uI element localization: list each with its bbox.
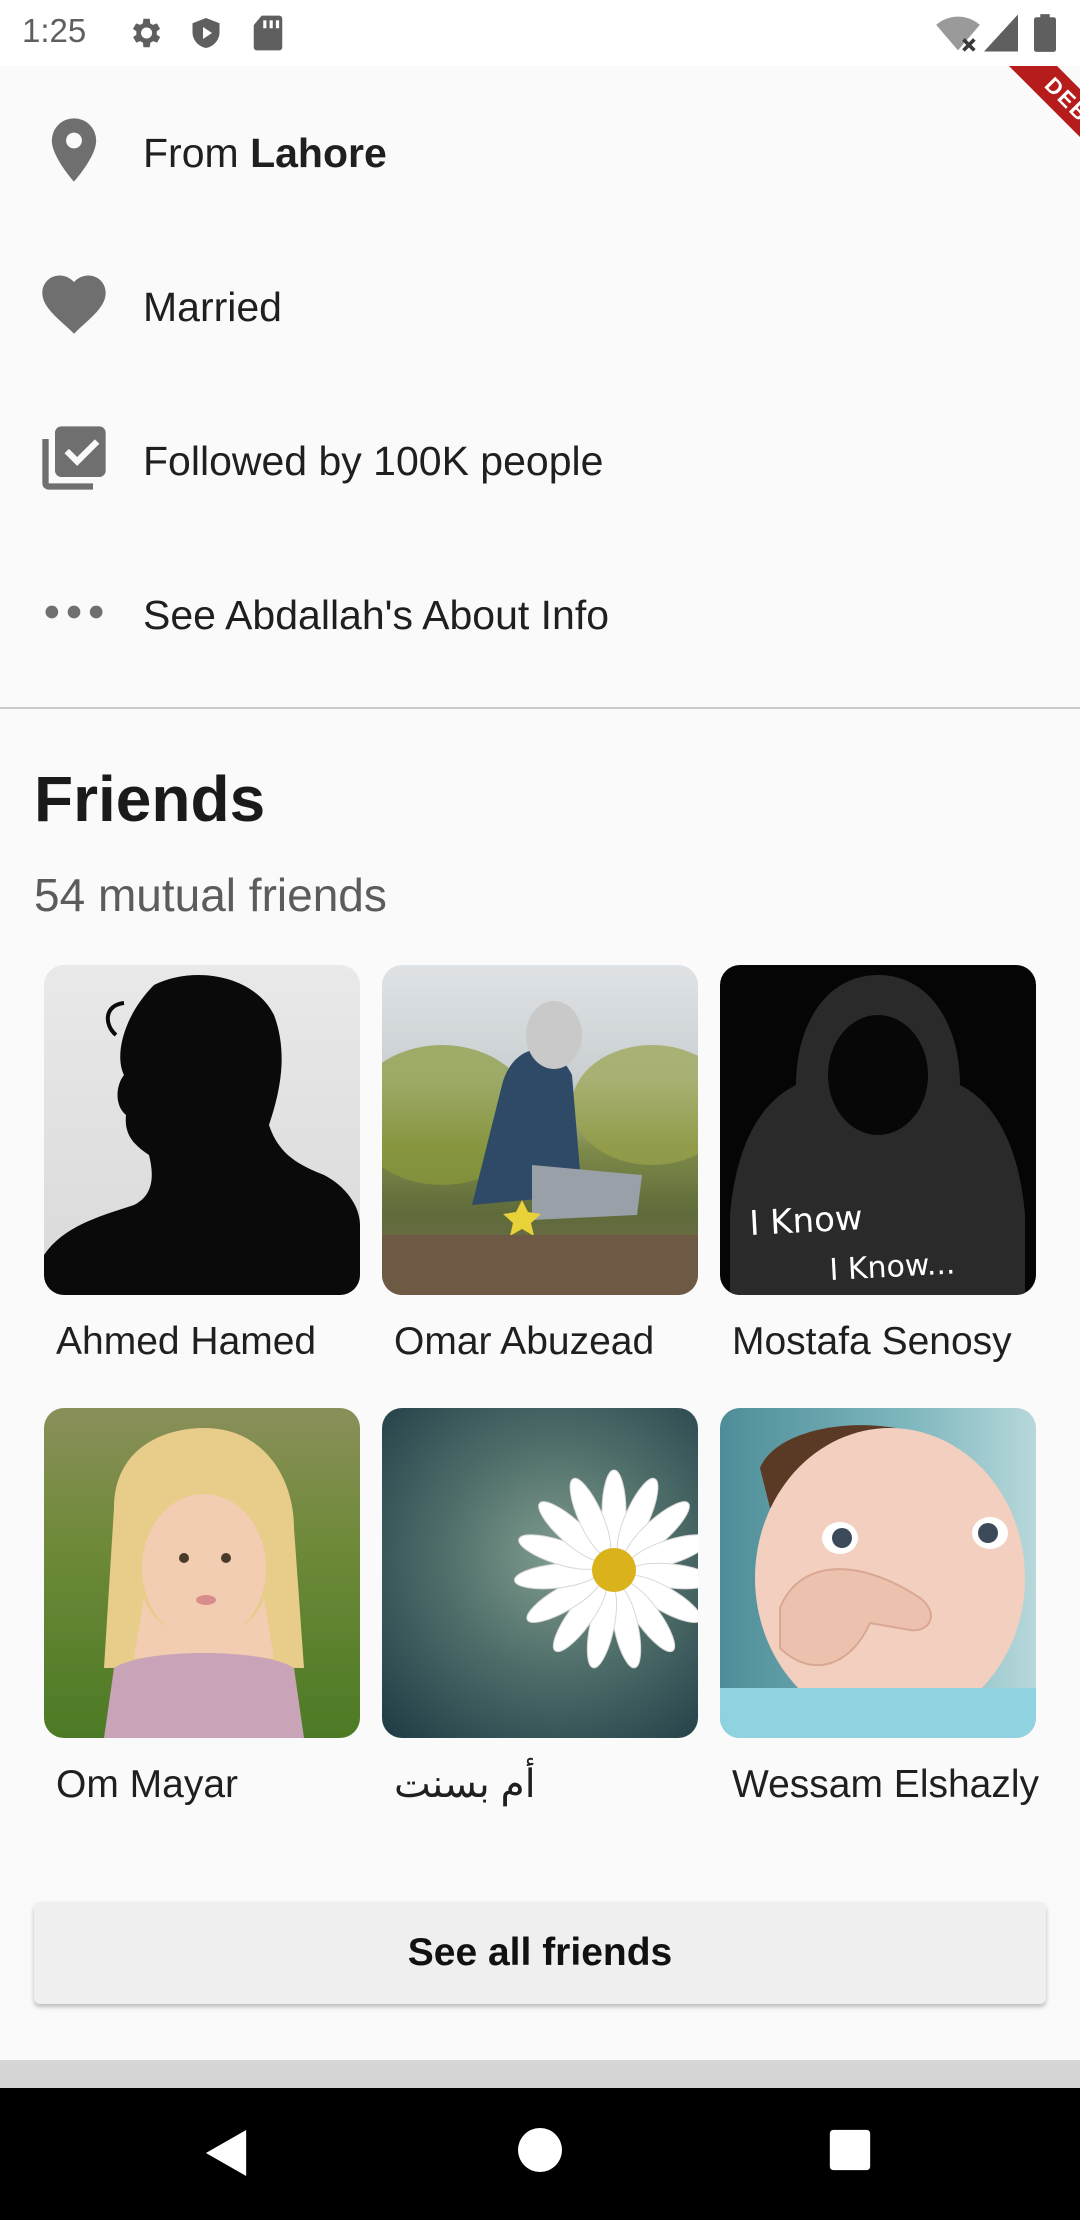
relationship-text: Married <box>143 284 282 330</box>
friend-name[interactable]: Om Mayar <box>56 1760 366 1810</box>
settings-icon <box>132 18 161 48</box>
back-icon[interactable] <box>204 2128 250 2178</box>
mutual-friends-count: 54 mutual friends <box>34 869 387 921</box>
section-separator <box>0 2060 1080 2088</box>
location-prefix: From <box>143 130 239 176</box>
friend-card[interactable]: Om Mayar <box>44 1408 360 1806</box>
svg-text:I Know...: I Know... <box>829 1246 956 1288</box>
location-text: From Lahore <box>143 130 387 177</box>
friend-name[interactable]: Ahmed Hamed <box>56 1317 366 1367</box>
friend-card[interactable]: Ahmed Hamed <box>44 965 360 1363</box>
friend-photo[interactable] <box>44 1408 360 1738</box>
debug-banner: DEBUG <box>980 66 1080 166</box>
friend-name[interactable]: Omar Abuzead <box>394 1317 704 1367</box>
location-city: Lahore <box>250 130 387 176</box>
home-icon[interactable] <box>518 2128 562 2172</box>
see-all-friends-button[interactable]: See all friends <box>34 1902 1046 2004</box>
friend-name[interactable]: Wessam Elshazly <box>732 1760 1042 1810</box>
info-row-about[interactable]: See Abdallah's About Info <box>0 554 1080 664</box>
recents-icon[interactable] <box>828 2128 872 2172</box>
sd-card-icon <box>253 15 283 51</box>
battery-icon <box>1034 14 1056 52</box>
navigation-bar <box>0 2088 1080 2220</box>
status-time: 1:25 <box>22 12 87 49</box>
friend-photo[interactable] <box>382 965 698 1295</box>
shield-play-icon <box>192 18 220 48</box>
about-link[interactable]: See Abdallah's About Info <box>143 592 609 639</box>
hoodie-image: I Know I Know... <box>730 975 1025 1295</box>
info-row-followers: Followed by 100K people <box>0 400 1080 510</box>
friend-name[interactable]: Mostafa Senosy <box>732 1317 1042 1367</box>
wifi-off-icon <box>936 16 980 52</box>
friend-card[interactable]: Wessam Elshazly <box>720 1408 1039 1806</box>
friends-title: Friends <box>34 763 266 835</box>
followers-text: Followed by 100K people <box>143 438 604 484</box>
friend-card[interactable]: أم بسنت <box>382 1408 698 1806</box>
hooded-person-image <box>382 1001 698 1295</box>
signal-icon <box>984 14 1018 52</box>
status-bar: 1:25 <box>0 0 1080 66</box>
svg-text:I Know: I Know <box>748 1198 863 1244</box>
girl-image <box>104 1428 304 1738</box>
info-row-location: From Lahore <box>0 92 1080 202</box>
debug-label: DEBUG <box>1004 66 1080 166</box>
divider <box>0 707 1080 709</box>
friend-photo[interactable] <box>44 965 360 1295</box>
silhouette-image <box>44 975 360 1295</box>
friend-card[interactable]: I Know I Know... Mostafa Senosy <box>720 965 1036 1363</box>
daisy-image <box>514 1469 698 1669</box>
friend-photo[interactable]: I Know I Know... <box>720 965 1036 1295</box>
library-check-icon <box>42 426 106 490</box>
location-pin-icon <box>51 118 97 182</box>
friend-photo[interactable] <box>382 1408 698 1738</box>
friend-card[interactable]: Omar Abuzead <box>382 965 698 1363</box>
friend-name[interactable]: أم بسنت <box>394 1760 704 1810</box>
heart-icon <box>42 275 106 334</box>
baby-image <box>720 1425 1036 1738</box>
friend-photo[interactable] <box>720 1408 1036 1738</box>
more-horiz-icon <box>45 605 103 619</box>
info-row-relationship: Married <box>0 246 1080 356</box>
